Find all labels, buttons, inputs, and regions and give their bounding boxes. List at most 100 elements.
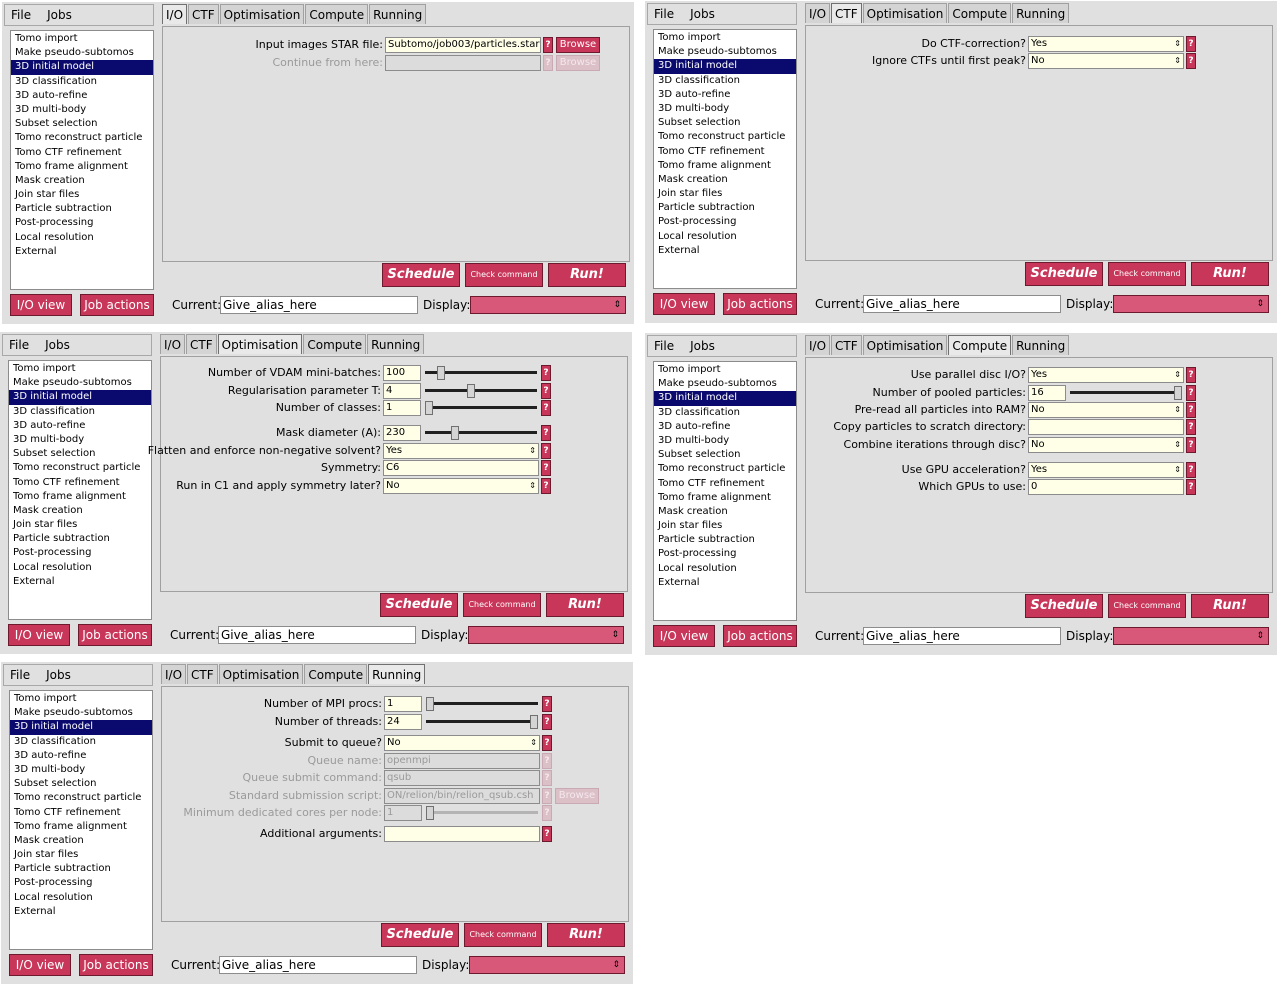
help-button[interactable]: ? (541, 460, 551, 476)
tab-i-o[interactable]: I/O (161, 664, 187, 684)
slider-thumb[interactable] (425, 401, 433, 415)
menu-jobs[interactable]: Jobs (45, 338, 70, 352)
job-item-3d-multi-body[interactable]: 3D multi-body (654, 102, 796, 116)
run-button[interactable]: Run! (546, 593, 624, 617)
job-item-particle-subtraction[interactable]: Particle subtraction (654, 533, 796, 547)
field-input[interactable] (1028, 419, 1184, 435)
menu-jobs[interactable]: Jobs (690, 7, 715, 21)
job-item-external[interactable]: External (654, 576, 796, 590)
slider-thumb[interactable] (437, 366, 445, 380)
display-dropdown[interactable]: ⇕ (470, 296, 626, 314)
help-button[interactable]: ? (541, 478, 551, 494)
job-item-make-pseudo-subtomos[interactable]: Make pseudo-subtomos (11, 46, 153, 60)
io-view-button[interactable]: I/O view (653, 293, 715, 315)
job-item-tomo-import[interactable]: Tomo import (10, 692, 152, 706)
job-item-3d-classification[interactable]: 3D classification (10, 735, 152, 749)
help-button[interactable]: ? (1186, 479, 1196, 495)
job-item-tomo-import[interactable]: Tomo import (654, 363, 796, 377)
job-item-subset-selection[interactable]: Subset selection (9, 447, 151, 461)
browse-button[interactable]: Browse (556, 37, 600, 53)
tab-optimisation[interactable]: Optimisation (217, 334, 303, 354)
tab-i-o[interactable]: I/O (805, 335, 831, 355)
field-input[interactable] (384, 826, 540, 842)
check-command-button[interactable]: Check command (465, 263, 543, 287)
io-view-button[interactable]: I/O view (8, 624, 70, 646)
field-input[interactable]: 24 (384, 714, 422, 730)
tab-optimisation[interactable]: Optimisation (219, 4, 305, 24)
job-item-particle-subtraction[interactable]: Particle subtraction (9, 532, 151, 546)
tab-i-o[interactable]: I/O (162, 4, 188, 24)
check-command-button[interactable]: Check command (1108, 262, 1186, 286)
job-item-3d-initial-model[interactable]: 3D initial model (654, 59, 796, 74)
job-item-post-processing[interactable]: Post-processing (9, 546, 151, 560)
tab-compute[interactable]: Compute (948, 335, 1012, 355)
job-alias-input[interactable]: Give_alias_here (219, 956, 417, 974)
job-item-3d-auto-refine[interactable]: 3D auto-refine (654, 420, 796, 434)
job-type-list[interactable]: Tomo import Make pseudo-subtomos 3D initia… (10, 30, 154, 290)
menu-file[interactable]: File (10, 668, 30, 682)
job-item-external[interactable]: External (10, 905, 152, 919)
field-dropdown[interactable]: Yes ⇕ (1028, 36, 1184, 52)
job-item-3d-classification[interactable]: 3D classification (11, 75, 153, 89)
io-view-button[interactable]: I/O view (653, 625, 715, 647)
job-item-post-processing[interactable]: Post-processing (10, 876, 152, 890)
job-item-mask-creation[interactable]: Mask creation (9, 504, 151, 518)
tab-running[interactable]: Running (367, 334, 425, 354)
job-item-tomo-frame-alignment[interactable]: Tomo frame alignment (11, 160, 153, 174)
field-slider[interactable] (423, 365, 539, 381)
run-button[interactable]: Run! (547, 923, 625, 947)
job-item-3d-initial-model[interactable]: 3D initial model (654, 391, 796, 406)
field-dropdown[interactable]: Yes ⇕ (1028, 367, 1184, 383)
run-button[interactable]: Run! (1191, 594, 1269, 618)
check-command-button[interactable]: Check command (463, 593, 541, 617)
tab-compute[interactable]: Compute (304, 664, 368, 684)
job-item-local-resolution[interactable]: Local resolution (10, 891, 152, 905)
io-view-button[interactable]: I/O view (9, 954, 71, 976)
job-item-3d-classification[interactable]: 3D classification (654, 74, 796, 88)
field-slider[interactable] (424, 696, 540, 712)
job-item-particle-subtraction[interactable]: Particle subtraction (10, 862, 152, 876)
job-item-3d-initial-model[interactable]: 3D initial model (11, 60, 153, 75)
field-slider[interactable] (423, 425, 539, 441)
help-button[interactable]: ? (541, 383, 551, 399)
menu-file[interactable]: File (654, 7, 674, 21)
tab-running[interactable]: Running (369, 4, 427, 24)
help-button[interactable]: ? (1186, 437, 1196, 453)
tab-ctf[interactable]: CTF (831, 3, 862, 23)
job-item-3d-classification[interactable]: 3D classification (9, 405, 151, 419)
job-item-local-resolution[interactable]: Local resolution (11, 231, 153, 245)
tab-compute[interactable]: Compute (305, 4, 369, 24)
tab-compute[interactable]: Compute (303, 334, 367, 354)
tab-i-o[interactable]: I/O (160, 334, 186, 354)
field-input[interactable]: 4 (383, 383, 421, 399)
help-button[interactable]: ? (1186, 385, 1196, 401)
job-item-mask-creation[interactable]: Mask creation (11, 174, 153, 188)
job-item-mask-creation[interactable]: Mask creation (10, 834, 152, 848)
job-type-list[interactable]: Tomo import Make pseudo-subtomos 3D initia… (9, 690, 153, 950)
help-button[interactable]: ? (542, 714, 552, 730)
job-alias-input[interactable]: Give_alias_here (220, 296, 418, 314)
job-item-particle-subtraction[interactable]: Particle subtraction (654, 201, 796, 215)
job-item-tomo-frame-alignment[interactable]: Tomo frame alignment (654, 491, 796, 505)
field-slider[interactable] (423, 383, 539, 399)
schedule-button[interactable]: Schedule (381, 923, 459, 947)
job-item-tomo-ctf-refinement[interactable]: Tomo CTF refinement (11, 146, 153, 160)
job-item-tomo-ctf-refinement[interactable]: Tomo CTF refinement (654, 477, 796, 491)
run-button[interactable]: Run! (1191, 262, 1269, 286)
job-item-tomo-ctf-refinement[interactable]: Tomo CTF refinement (654, 145, 796, 159)
tab-i-o[interactable]: I/O (805, 3, 831, 23)
job-item-make-pseudo-subtomos[interactable]: Make pseudo-subtomos (10, 706, 152, 720)
tab-ctf[interactable]: CTF (831, 335, 862, 355)
job-alias-input[interactable]: Give_alias_here (218, 626, 416, 644)
menu-file[interactable]: File (654, 339, 674, 353)
job-item-tomo-reconstruct-particle[interactable]: Tomo reconstruct particle (9, 461, 151, 475)
job-item-local-resolution[interactable]: Local resolution (654, 230, 796, 244)
slider-thumb[interactable] (426, 697, 434, 711)
job-actions-button[interactable]: Job actions (723, 625, 797, 647)
field-dropdown[interactable]: No ⇕ (1028, 53, 1184, 69)
job-item-local-resolution[interactable]: Local resolution (9, 561, 151, 575)
job-item-3d-initial-model[interactable]: 3D initial model (9, 390, 151, 405)
field-input[interactable]: 1 (383, 400, 421, 416)
display-dropdown[interactable]: ⇕ (1113, 627, 1269, 645)
job-item-join-star-files[interactable]: Join star files (654, 519, 796, 533)
